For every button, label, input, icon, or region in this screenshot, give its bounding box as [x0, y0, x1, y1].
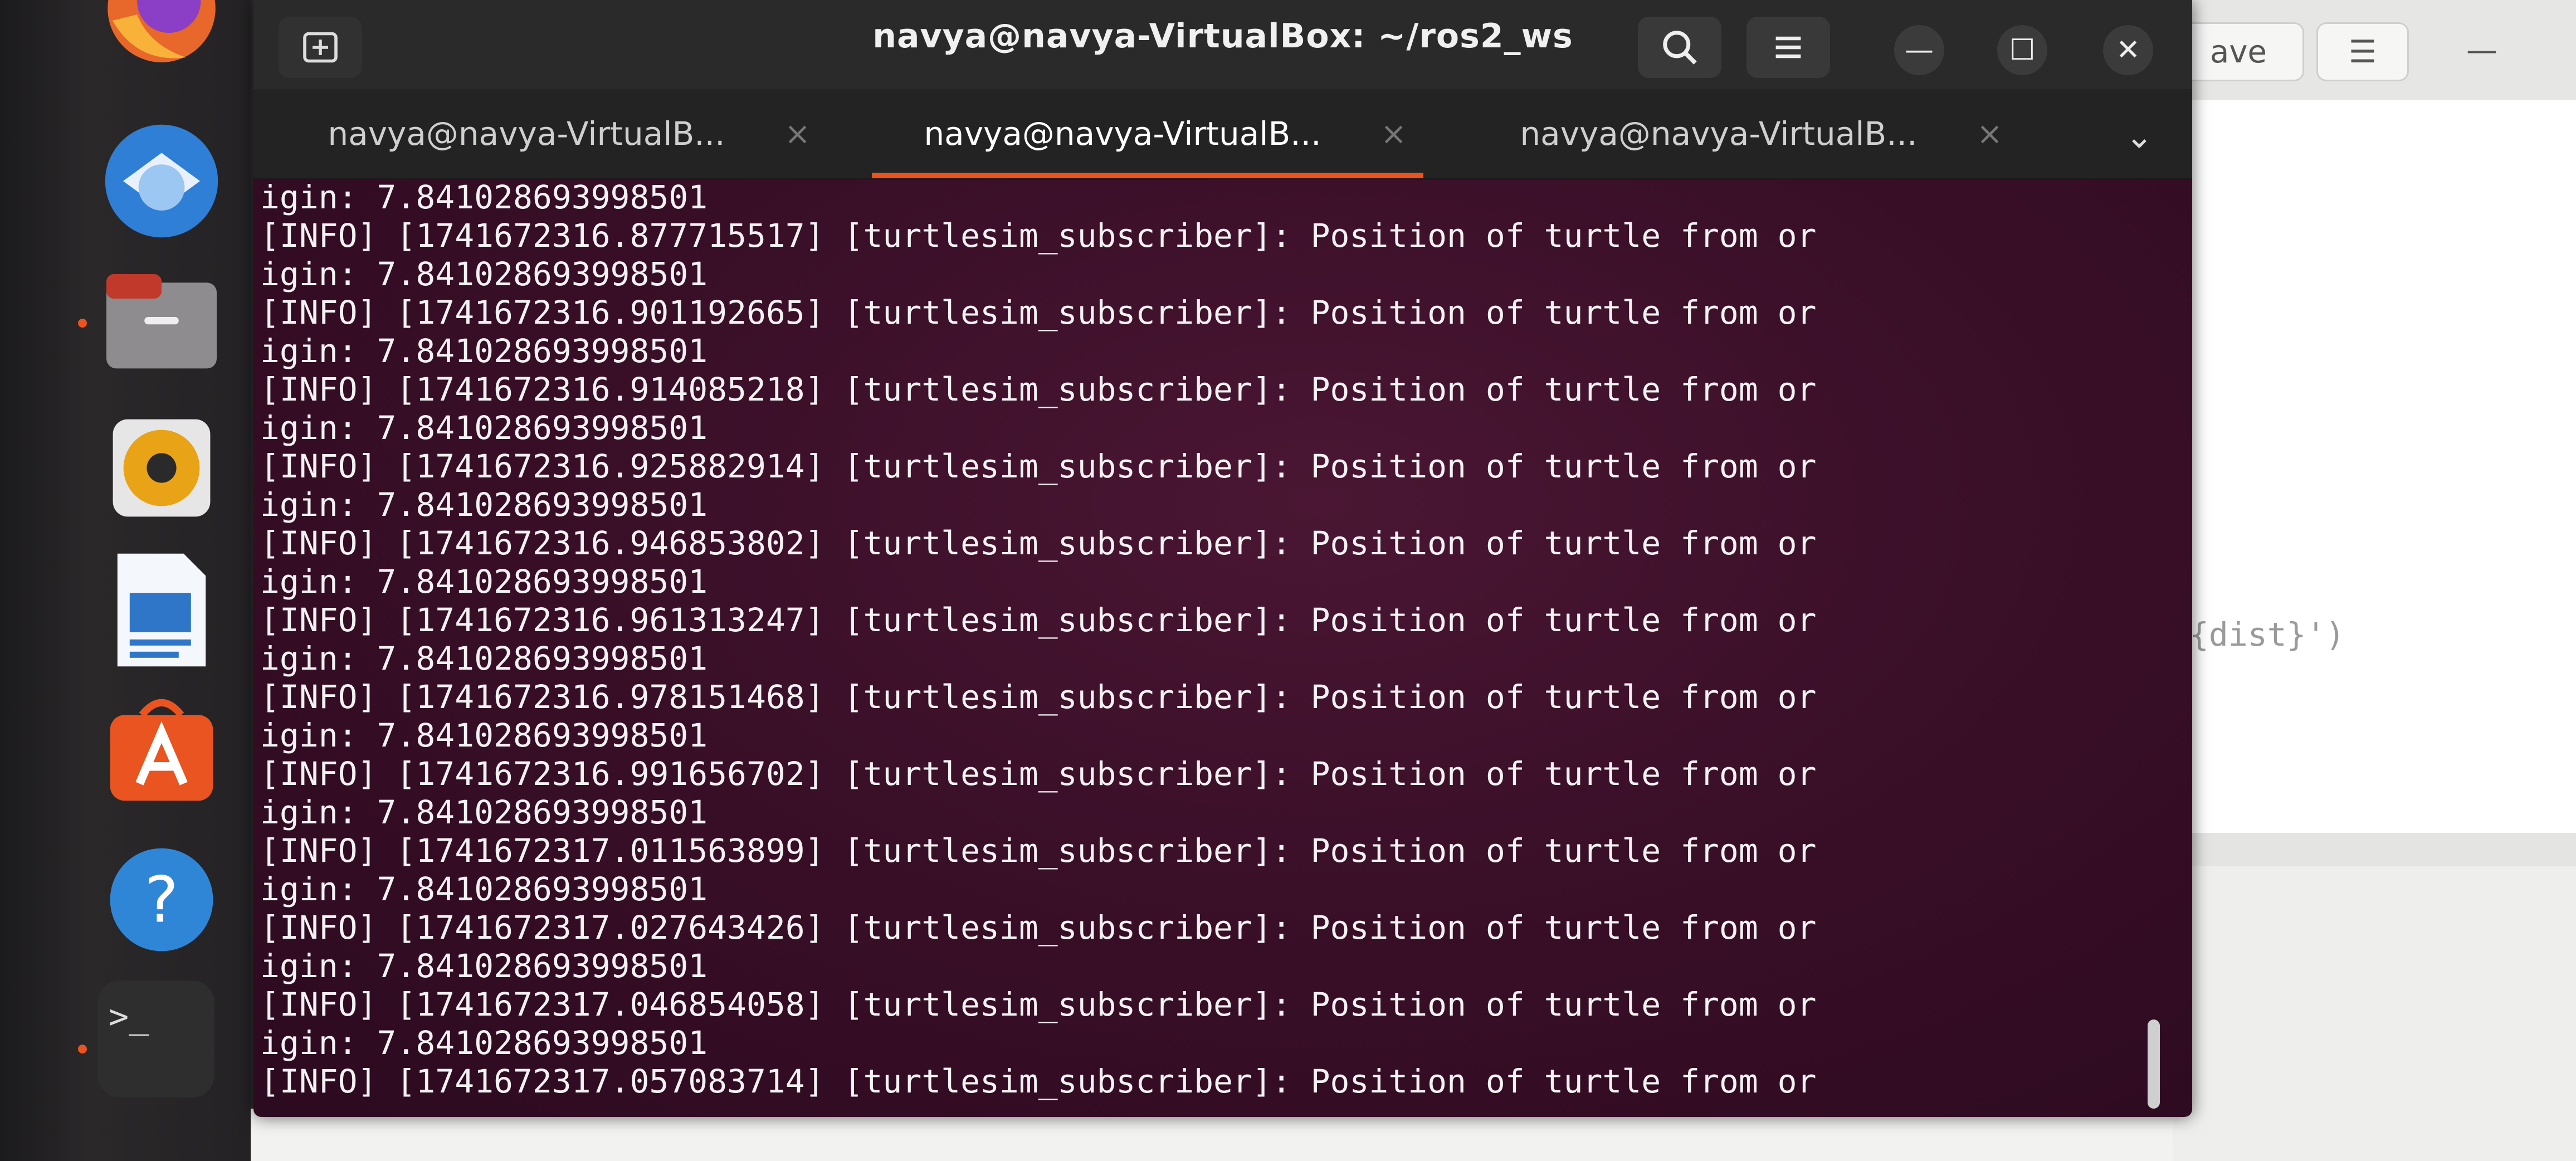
- terminal-line: igin: 7.841028693998501: [260, 640, 708, 677]
- terminal-titlebar[interactable]: navya@navya-VirtualBox: ~/ros2_ws — ☐ ✕: [253, 0, 2192, 89]
- code-fragment: {dist}'): [2189, 616, 2345, 653]
- terminal-line: igin: 7.841028693998501: [260, 332, 708, 370]
- tab-1[interactable]: navya@navya-VirtualB... ×: [253, 89, 850, 178]
- close-icon: ✕: [2116, 33, 2140, 67]
- terminal-line: igin: 7.841028693998501: [260, 178, 708, 216]
- tab-label: navya@navya-VirtualB...: [328, 115, 725, 153]
- close-button[interactable]: ✕: [2103, 25, 2153, 75]
- rhythmbox-icon[interactable]: [97, 404, 226, 532]
- maximize-icon: ☐: [2009, 33, 2036, 67]
- terminal-running-indicator: [78, 1045, 87, 1053]
- terminal-line: [INFO] [1741672317.057083714] [turtlesim…: [260, 1062, 1817, 1100]
- terminal-glyph: >_: [109, 997, 149, 1036]
- terminal-line: igin: 7.841028693998501: [260, 1024, 708, 1062]
- tab-list-chevron-icon[interactable]: ⌄: [2114, 111, 2164, 162]
- terminal-line: [INFO] [1741672317.027643426] [turtlesim…: [260, 909, 1817, 947]
- tab-close-icon[interactable]: ×: [784, 116, 811, 152]
- terminal-line: igin: 7.841028693998501: [260, 409, 708, 447]
- terminal-output[interactable]: igin: 7.841028693998501 [INFO] [174167231…: [253, 178, 2192, 1117]
- terminal-line: igin: 7.841028693998501: [260, 870, 708, 908]
- editor-text-area[interactable]: {dist}'): [2173, 100, 2576, 841]
- terminal-line: igin: 7.841028693998501: [260, 486, 708, 524]
- terminal-line: [INFO] [1741672316.978151468] [turtlesim…: [260, 678, 1817, 716]
- terminal-line: [INFO] [1741672316.914085218] [turtlesim…: [260, 370, 1817, 408]
- terminal-line: [INFO] [1741672316.925882914] [turtlesim…: [260, 447, 1817, 485]
- help-icon[interactable]: ?: [97, 836, 226, 964]
- files-running-indicator: [78, 319, 87, 328]
- background-editor-window: ave ☰ — {dist}'): [2173, 0, 2576, 1161]
- dock: ? >_: [0, 0, 251, 1161]
- terminal-line: igin: 7.841028693998501: [260, 255, 708, 293]
- editor-headerbar: ave ☰ —: [2173, 0, 2576, 103]
- tab-close-icon[interactable]: ×: [1380, 116, 1407, 152]
- terminal-line: igin: 7.841028693998501: [260, 716, 708, 754]
- terminal-line: [INFO] [1741672316.901192665] [turtlesim…: [260, 294, 1817, 331]
- firefox-icon[interactable]: [97, 0, 226, 72]
- hamburger-menu-icon: ☰: [2348, 33, 2377, 70]
- terminal-window: navya@navya-VirtualBox: ~/ros2_ws — ☐ ✕ …: [253, 0, 2192, 1117]
- svg-text:?: ?: [145, 863, 179, 937]
- minimize-icon: —: [1905, 33, 1934, 67]
- terminal-line: [INFO] [1741672316.877715517] [turtlesim…: [260, 217, 1817, 255]
- terminal-line: igin: 7.841028693998501: [260, 793, 708, 831]
- editor-minimize-button[interactable]: —: [2440, 22, 2524, 78]
- thunderbird-icon[interactable]: [97, 117, 226, 245]
- tab-label: navya@navya-VirtualB...: [1520, 115, 1918, 153]
- writer-icon[interactable]: [97, 546, 226, 674]
- scrollbar[interactable]: [2148, 1019, 2160, 1109]
- hamburger-menu-icon: [1775, 36, 1801, 58]
- search-button[interactable]: [1638, 17, 1721, 78]
- tab-label: navya@navya-VirtualB...: [924, 115, 1321, 153]
- tab-bar: navya@navya-VirtualB... × navya@navya-Vi…: [253, 89, 2192, 180]
- tab-2[interactable]: navya@navya-VirtualB... ×: [850, 89, 1446, 178]
- files-icon[interactable]: [97, 259, 226, 387]
- terminal-line: [INFO] [1741672317.046854058] [turtlesim…: [260, 986, 1817, 1023]
- search-icon: [1663, 31, 1697, 65]
- minimize-button[interactable]: —: [1894, 25, 1944, 75]
- menu-button[interactable]: [1746, 17, 1830, 78]
- app-center-icon[interactable]: [97, 685, 226, 813]
- terminal-line: [INFO] [1741672316.946853802] [turtlesim…: [260, 524, 1817, 562]
- editor-menu-button[interactable]: ☰: [2316, 22, 2409, 81]
- save-button[interactable]: ave: [2173, 22, 2304, 81]
- terminal-line: igin: 7.841028693998501: [260, 563, 708, 601]
- tab-3[interactable]: navya@navya-VirtualB... ×: [1446, 89, 2042, 178]
- terminal-line: igin: 7.841028693998501: [260, 947, 708, 985]
- tab-close-icon[interactable]: ×: [1977, 116, 2003, 152]
- save-label: ave: [2210, 33, 2267, 70]
- editor-statusbar: [2173, 833, 2576, 866]
- terminal-line: [INFO] [1741672316.961313247] [turtlesim…: [260, 601, 1817, 639]
- terminal-line: [INFO] [1741672317.011563899] [turtlesim…: [260, 832, 1817, 870]
- minimize-icon: —: [2466, 32, 2497, 69]
- active-tab-indicator: [872, 173, 1423, 178]
- terminal-icon[interactable]: >_: [97, 980, 214, 1097]
- maximize-button[interactable]: ☐: [1997, 25, 2047, 75]
- terminal-line: [INFO] [1741672316.991656702] [turtlesim…: [260, 755, 1817, 793]
